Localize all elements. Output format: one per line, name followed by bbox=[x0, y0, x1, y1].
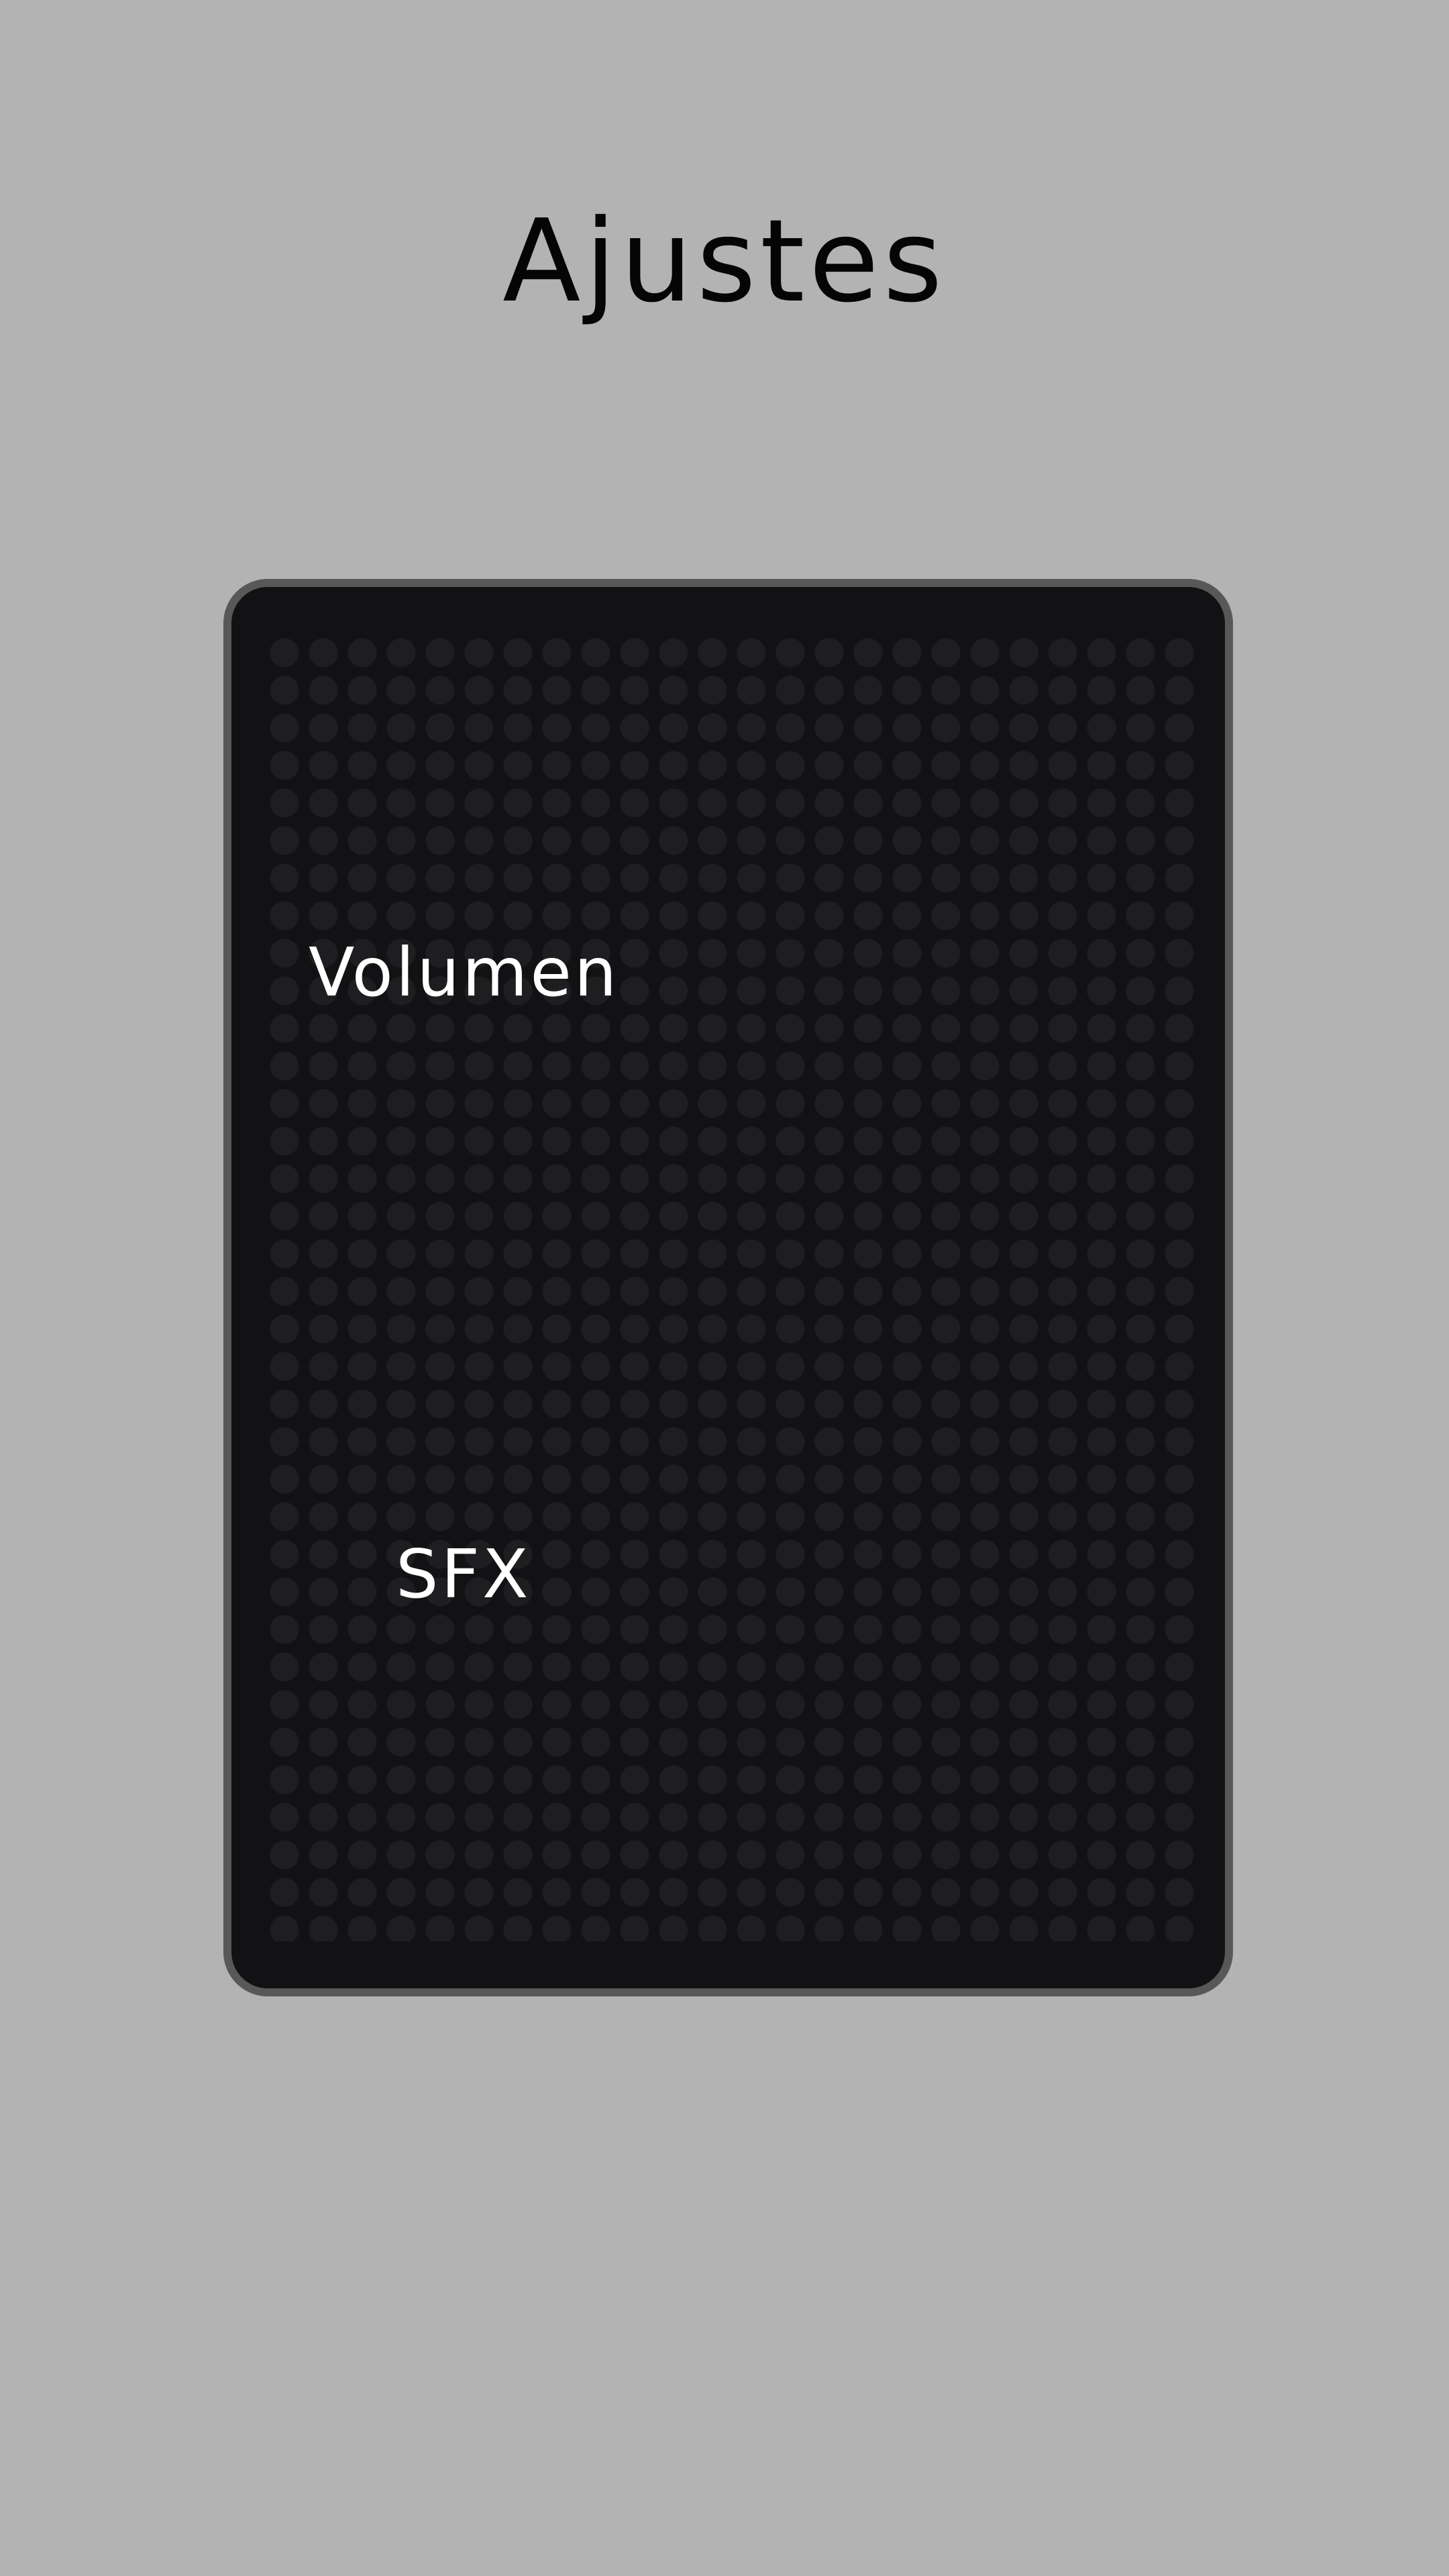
page-title: Ajustes bbox=[502, 195, 947, 328]
sfx-setting-label: SFX bbox=[396, 1535, 531, 1613]
dot-pattern-background bbox=[265, 634, 1198, 1941]
settings-panel: Volumen SFX bbox=[223, 579, 1233, 1996]
volume-setting-label: Volumen bbox=[309, 933, 620, 1012]
